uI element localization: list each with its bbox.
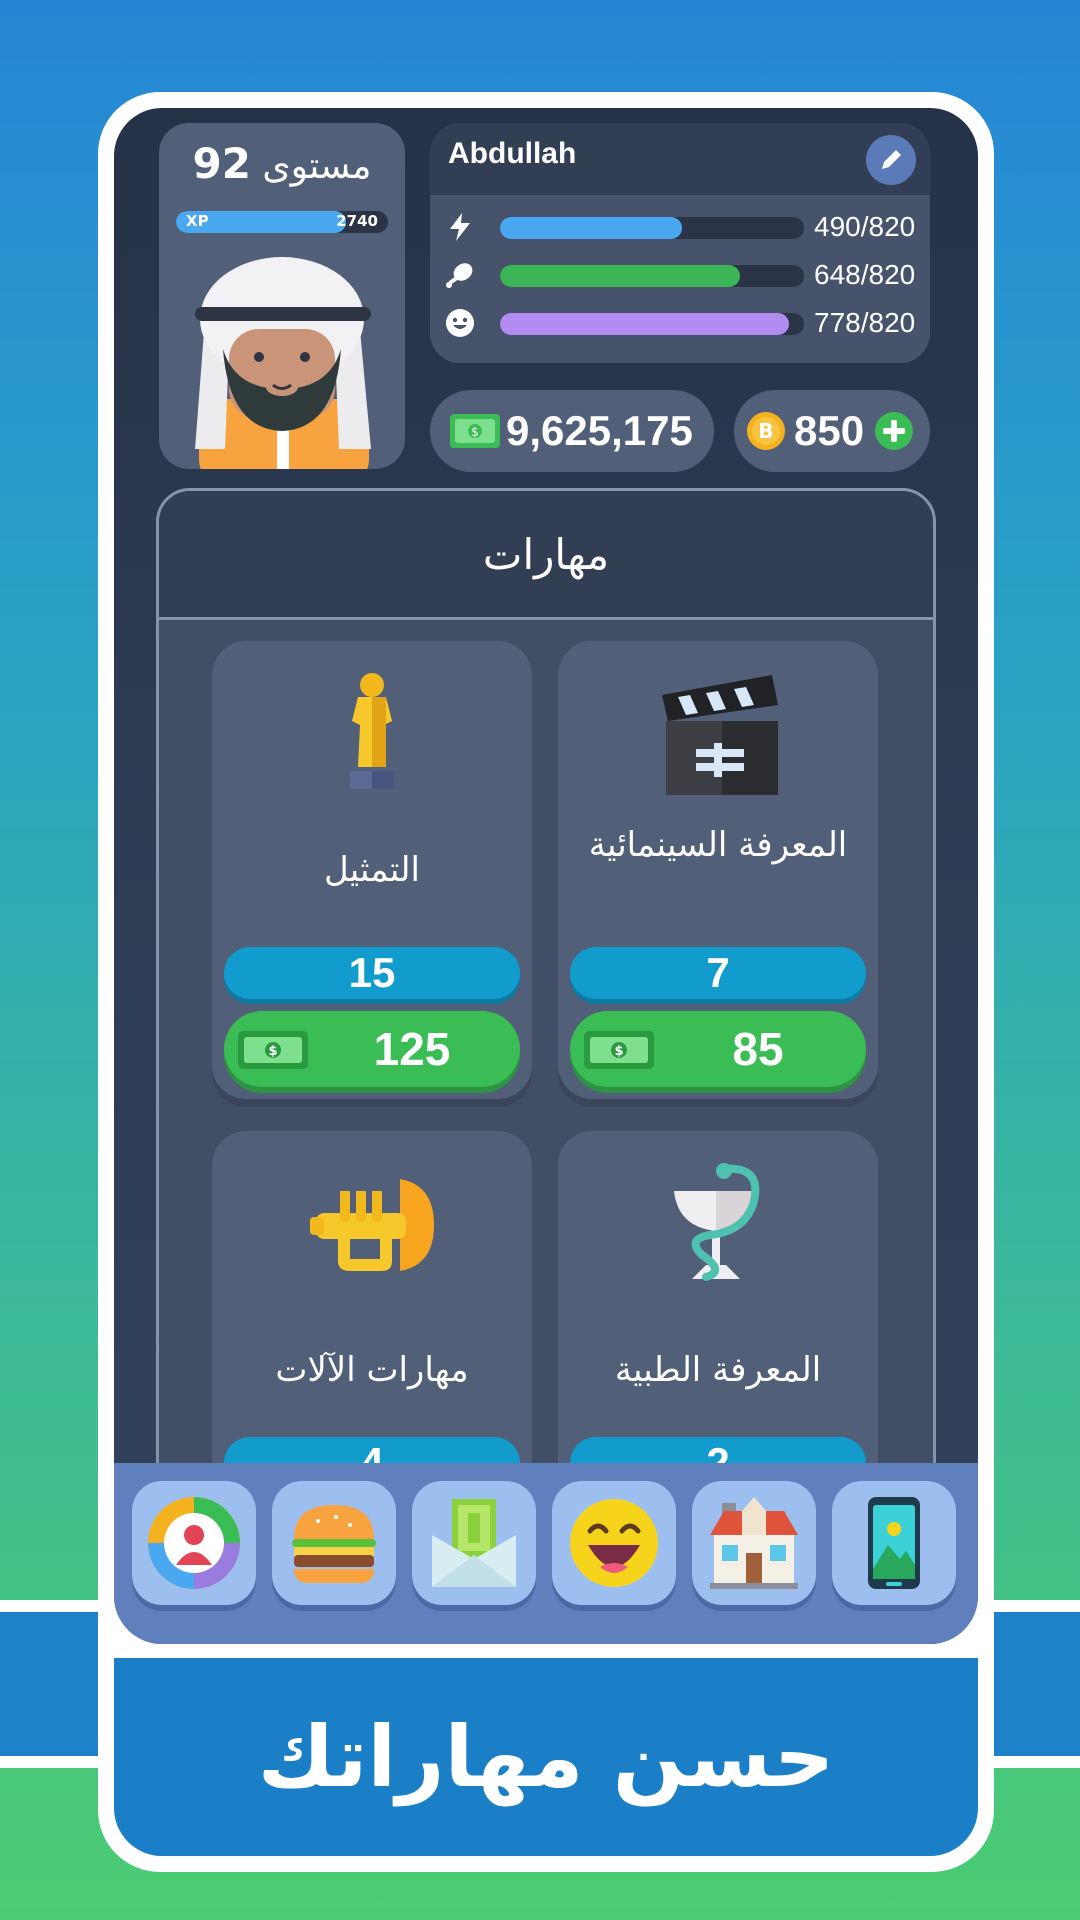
energy-bar-fill xyxy=(500,217,682,239)
house-icon xyxy=(710,1497,798,1589)
happiness-bar-fill xyxy=(500,313,789,335)
food-value: 648/820 xyxy=(814,259,916,290)
burger-icon xyxy=(292,1505,376,1583)
nav-food-button[interactable] xyxy=(272,1481,396,1605)
svg-text:$: $ xyxy=(471,425,479,439)
clapperboard-icon xyxy=(662,675,778,795)
medicine-bowl-icon xyxy=(674,1163,760,1281)
smiley-icon xyxy=(570,1499,658,1587)
coin-balance[interactable]: B 850 xyxy=(734,390,930,472)
bitcoin-icon: B xyxy=(747,412,785,450)
phone-frame: مستوى 92 XP 2740 Abdullah 490/820 648/82… xyxy=(98,92,994,1872)
level-label: مستوى 92 xyxy=(159,139,405,188)
skill-name: المعرفة السينمائية xyxy=(588,825,848,865)
nav-house-button[interactable] xyxy=(692,1481,816,1605)
coin-amount: 850 xyxy=(794,407,865,454)
happiness-value: 778/820 xyxy=(814,307,916,338)
game-screen: مستوى 92 XP 2740 Abdullah 490/820 648/82… xyxy=(114,108,978,1644)
oscar-trophy-icon xyxy=(350,673,394,789)
upgrade-cost-button[interactable]: $ 85 xyxy=(570,1011,866,1087)
food-icon xyxy=(446,263,473,288)
skills-title: مهارات xyxy=(159,491,933,620)
money-balance[interactable]: $ 9,625,175 xyxy=(430,390,714,472)
trumpet-icon xyxy=(310,1179,434,1271)
happiness-stat: 778/820 xyxy=(444,303,924,347)
xp-bar: XP 2740 xyxy=(176,211,388,233)
food-bar-fill xyxy=(500,265,741,287)
nav-phone-button[interactable] xyxy=(832,1481,956,1605)
avatar xyxy=(195,257,371,469)
skill-name: التمثيل xyxy=(324,850,420,890)
nav-happiness-button[interactable] xyxy=(552,1481,676,1605)
food-bar xyxy=(500,265,804,287)
skill-level: 7 xyxy=(570,947,866,999)
svg-text:$: $ xyxy=(268,1044,277,1059)
energy-value: 490/820 xyxy=(814,211,916,242)
promo-caption: حسن مهاراتك xyxy=(114,1644,978,1856)
energy-bar xyxy=(500,217,804,239)
nav-money-button[interactable] xyxy=(412,1481,536,1605)
happiness-icon xyxy=(446,309,474,337)
level-number: 92 xyxy=(192,139,251,188)
money-amount: 9,625,175 xyxy=(506,407,693,454)
stats-panel: Abdullah 490/820 648/820 778/820 xyxy=(430,123,930,363)
skill-name: مهارات الآلات xyxy=(275,1350,469,1390)
cash-icon: $ xyxy=(584,1031,654,1069)
upgrade-cost-button[interactable]: $ 125 xyxy=(224,1011,520,1087)
stats-header: Abdullah xyxy=(430,123,930,195)
energy-stat: 490/820 xyxy=(444,207,924,251)
food-stat: 648/820 xyxy=(444,255,924,299)
svg-text:$: $ xyxy=(614,1044,623,1059)
cash-icon: $ xyxy=(238,1031,308,1069)
level-word: مستوى xyxy=(262,146,372,187)
energy-icon xyxy=(450,213,470,241)
skill-name: المعرفة الطبية xyxy=(614,1350,822,1390)
money-envelope-icon xyxy=(432,1499,516,1587)
bottom-nav xyxy=(114,1463,978,1644)
plus-icon[interactable] xyxy=(874,411,914,451)
avatar-card[interactable]: مستوى 92 XP 2740 xyxy=(159,123,405,469)
skill-card-acting[interactable]: التمثيل 15 $ 125 xyxy=(212,641,532,1099)
skill-card-film-knowledge[interactable]: المعرفة السينمائية 7 $ 85 xyxy=(558,641,878,1099)
xp-label: XP xyxy=(186,212,209,230)
pencil-icon[interactable] xyxy=(866,135,916,185)
skill-level: 15 xyxy=(224,947,520,999)
nav-profile-button[interactable] xyxy=(132,1481,256,1605)
phone-icon xyxy=(868,1497,920,1589)
player-name: Abdullah xyxy=(448,137,577,170)
profile-chart-icon xyxy=(148,1497,240,1589)
xp-value: 2740 xyxy=(336,212,378,230)
upgrade-cost: 125 xyxy=(373,1023,451,1075)
svg-text:B: B xyxy=(758,419,773,443)
cash-icon: $ xyxy=(450,414,500,448)
upgrade-cost: 85 xyxy=(732,1023,784,1075)
happiness-bar xyxy=(500,313,804,335)
